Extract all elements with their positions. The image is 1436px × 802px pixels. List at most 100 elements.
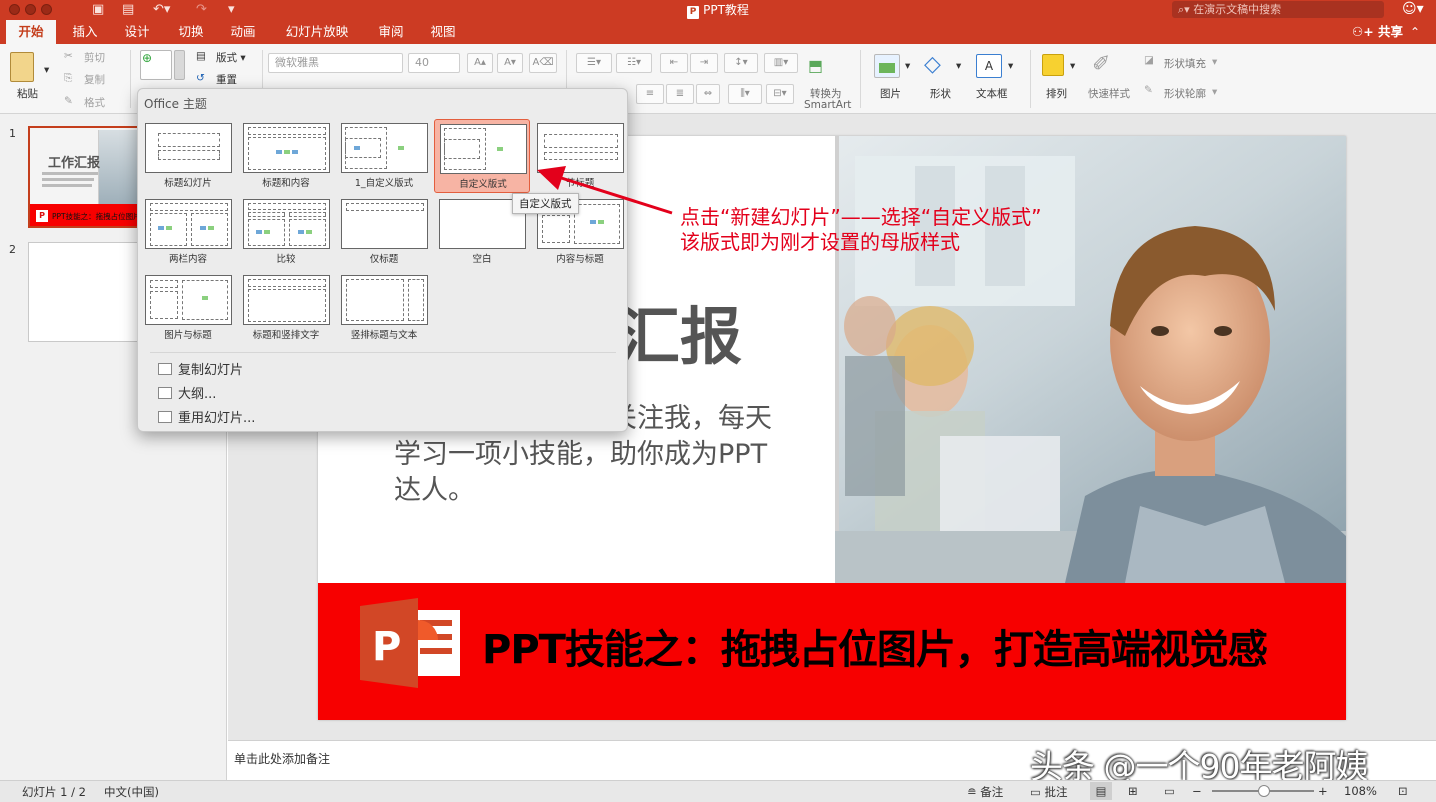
line-spacing-icon[interactable]: ↕▾	[724, 53, 758, 73]
reuse-slides-item[interactable]: 重用幻灯片...	[158, 407, 255, 426]
layout-section-header[interactable]: 节标题	[532, 119, 628, 193]
tab-slideshow[interactable]: 幻灯片放映	[278, 20, 356, 44]
shape-fill-button[interactable]: 形状填充	[1164, 56, 1206, 71]
arrange-icon[interactable]	[1042, 54, 1064, 76]
layout-button[interactable]: 版式 ▾	[216, 50, 246, 65]
tab-review[interactable]: 审阅	[368, 20, 414, 44]
align-right-icon[interactable]: ≡	[636, 84, 664, 104]
layout-comparison[interactable]: 比较	[238, 195, 334, 269]
layout-picture-with-caption[interactable]: 图片与标题	[140, 271, 236, 345]
comments-toggle[interactable]: ▭ 批注	[1030, 784, 1068, 800]
ribbon-separator	[860, 50, 861, 108]
tab-animations[interactable]: 动画	[220, 20, 266, 44]
columns-icon[interactable]: ▥▾	[764, 53, 798, 73]
slide-sorter-view-icon[interactable]: ⊞	[1128, 784, 1138, 798]
new-slide-button[interactable]: ⊕	[140, 50, 172, 80]
text-direction-icon[interactable]: ⫼▾	[728, 84, 762, 104]
slide-count: 幻灯片 1 / 2	[22, 785, 86, 799]
tab-design[interactable]: 设计	[114, 20, 160, 44]
clear-formatting-icon[interactable]: A⌫	[529, 53, 557, 73]
increase-indent-icon[interactable]: ⇥	[690, 53, 718, 73]
reset-button[interactable]: 重置	[216, 72, 237, 87]
ribbon-separator	[1030, 50, 1031, 108]
convert-smartart-label-2[interactable]: SmartArt	[804, 99, 851, 111]
notes-toggle[interactable]: ≘ 备注	[967, 784, 1003, 800]
photo-illustration	[685, 136, 1346, 583]
search-field[interactable]: ⌕▾ 在演示文稿中搜索	[1172, 1, 1384, 18]
arrange-dropdown-icon[interactable]: ▾	[1070, 60, 1075, 72]
layout-title-slide[interactable]: 标题幻灯片	[140, 119, 236, 193]
tab-insert[interactable]: 插入	[62, 20, 108, 44]
layout-vertical-title-text[interactable]: 竖排标题与文本	[336, 271, 432, 345]
numbering-icon[interactable]: ☷▾	[616, 53, 652, 73]
language-status[interactable]: 中文(中国)	[104, 784, 159, 800]
picture-dropdown-icon[interactable]: ▾	[905, 60, 910, 72]
slide-title[interactable]: 汇报	[618, 286, 742, 376]
collapse-ribbon-chevron-icon[interactable]: ⌃	[1410, 20, 1420, 44]
arrange-button[interactable]: 排列	[1046, 86, 1067, 101]
textbox-icon[interactable]: A	[976, 54, 1002, 78]
align-text-icon[interactable]: ⊟▾	[766, 84, 794, 104]
slide-number-2: 2	[9, 243, 16, 256]
normal-view-icon[interactable]: ▤	[1090, 782, 1112, 800]
layout-two-content[interactable]: 两栏内容	[140, 195, 236, 269]
tab-home[interactable]: 开始	[6, 20, 56, 44]
justify-icon[interactable]: ≣	[666, 84, 694, 104]
font-name-field[interactable]: 微软雅黑	[268, 53, 403, 73]
textbox-button[interactable]: 文本框	[976, 86, 1008, 101]
format-painter-button[interactable]: 格式	[84, 95, 105, 110]
zoom-out-icon[interactable]: −	[1192, 784, 1202, 798]
picture-button[interactable]: 图片	[880, 86, 901, 101]
increase-font-size-icon[interactable]: A▴	[467, 53, 493, 73]
decrease-font-size-icon[interactable]: A▾	[497, 53, 523, 73]
font-size-field[interactable]: 40	[408, 53, 460, 73]
slide-banner-text[interactable]: PPT技能之：拖拽占位图片，打造高端视觉感	[482, 617, 1268, 675]
powerpoint-logo-icon: P	[360, 598, 465, 688]
title-bar: ▣ ▤ ↶▾ ↷ ▾ P PPT教程 ⌕▾ 在演示文稿中搜索 ☺▾	[0, 0, 1436, 20]
layout-title-vertical-text[interactable]: 标题和竖排文字	[238, 271, 334, 345]
tab-transitions[interactable]: 切换	[168, 20, 214, 44]
paste-clipboard-icon[interactable]	[10, 52, 34, 82]
slide-photo-placeholder[interactable]	[685, 136, 1346, 583]
slide-thumbnail-1[interactable]: 工作汇报 P PPT技能之：拖拽占位图片	[28, 126, 140, 228]
shapes-dropdown-icon[interactable]: ▾	[956, 60, 961, 72]
shapes-button[interactable]: 形状	[930, 86, 951, 101]
shapes-icon[interactable]: ◇	[924, 52, 941, 77]
layout-title-only[interactable]: 仅标题	[336, 195, 432, 269]
decrease-indent-icon[interactable]: ⇤	[660, 53, 688, 73]
duplicate-slide-item[interactable]: 复制幻灯片	[158, 359, 243, 378]
shape-fill-dropdown-icon[interactable]: ▾	[1212, 56, 1217, 68]
layout-custom-1[interactable]: 1_自定义版式	[336, 119, 432, 193]
outline-item[interactable]: 大纲...	[158, 383, 216, 402]
feedback-smiley-icon[interactable]: ☺▾	[1402, 1, 1424, 17]
reset-icon: ↺	[196, 72, 205, 84]
slide-thumbnail-2[interactable]	[28, 242, 140, 342]
bullets-icon[interactable]: ☰▾	[576, 53, 612, 73]
format-painter-icon: ✎	[64, 95, 73, 107]
paste-label[interactable]: 粘贴	[17, 86, 38, 101]
reading-view-icon[interactable]: ▭	[1164, 784, 1175, 798]
share-button[interactable]: ⚇+ 共享	[1352, 20, 1403, 44]
zoom-slider-thumb[interactable]	[1258, 785, 1270, 797]
ribbon-separator	[130, 50, 131, 108]
picture-icon[interactable]	[874, 54, 900, 78]
cut-button[interactable]: 剪切	[84, 50, 105, 65]
new-slide-dropdown-icon[interactable]	[174, 50, 185, 80]
copy-icon: ⎘	[64, 72, 73, 84]
distribute-icon[interactable]: ⇔	[696, 84, 720, 104]
reuse-slides-icon	[158, 411, 172, 423]
zoom-level[interactable]: 108%	[1344, 784, 1377, 798]
layout-title-and-content[interactable]: 标题和内容	[238, 119, 334, 193]
add-person-icon: ⚇+	[1352, 24, 1379, 39]
paste-dropdown-icon[interactable]: ▾	[44, 64, 49, 76]
textbox-dropdown-icon[interactable]: ▾	[1008, 60, 1013, 72]
shape-outline-dropdown-icon[interactable]: ▾	[1212, 86, 1217, 98]
fit-to-window-icon[interactable]: ⊡	[1398, 784, 1408, 798]
shape-outline-button[interactable]: 形状轮廓	[1164, 86, 1206, 101]
zoom-in-icon[interactable]: +	[1318, 784, 1328, 798]
layout-custom-selected[interactable]: 自定义版式	[434, 119, 530, 193]
notes-placeholder[interactable]: 单击此处添加备注	[234, 750, 330, 767]
copy-button[interactable]: 复制	[84, 72, 105, 87]
tab-view[interactable]: 视图	[420, 20, 466, 44]
quick-styles-button[interactable]: 快速样式	[1088, 86, 1130, 101]
